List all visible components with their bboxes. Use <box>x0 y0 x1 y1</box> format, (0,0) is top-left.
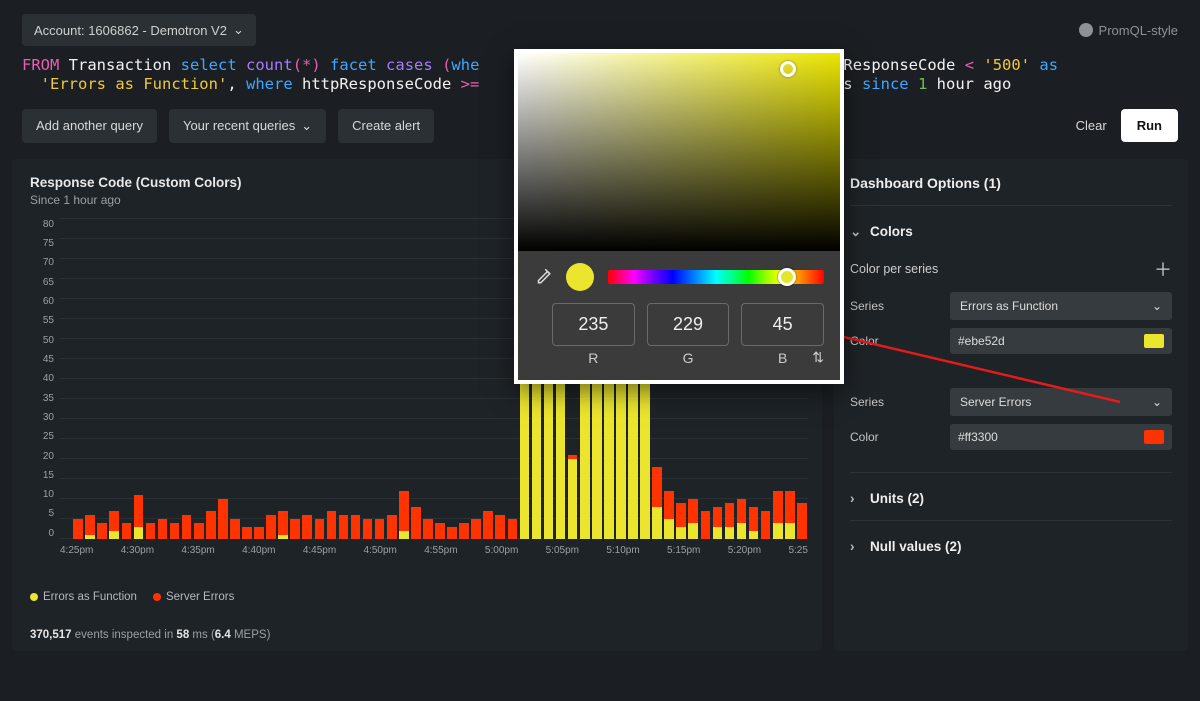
color-label: Color <box>850 334 940 348</box>
bar <box>60 219 72 539</box>
section-colors: ⌄ Colors Color per series ＋ Series Error… <box>850 210 1172 473</box>
series-label: Series <box>850 299 940 313</box>
bar <box>434 219 446 539</box>
bar <box>422 219 434 539</box>
section-units: › Units (2) <box>850 477 1172 521</box>
bar <box>458 219 470 539</box>
clear-button[interactable]: Clear <box>1076 118 1107 133</box>
bar <box>277 219 289 539</box>
create-alert-button[interactable]: Create alert <box>338 109 434 143</box>
chevron-down-icon: ⌄ <box>233 22 244 38</box>
current-color-swatch <box>566 263 594 291</box>
account-selector[interactable]: Account: 1606862 - Demotron V2 ⌄ <box>22 14 256 46</box>
section-null-values: › Null values (2) <box>850 525 1172 568</box>
series-2-select[interactable]: Server Errors ⌄ <box>950 388 1172 416</box>
promql-label: PromQL-style <box>1099 23 1178 38</box>
chevron-down-icon: ⌄ <box>1152 395 1162 409</box>
sv-handle[interactable] <box>780 61 796 77</box>
legend-item-red[interactable]: Server Errors <box>153 591 234 603</box>
color-mode-switch[interactable]: ⇅ <box>812 349 824 366</box>
color-2-input[interactable]: #ff3300 <box>950 424 1172 450</box>
r-input[interactable]: 235 <box>552 303 635 346</box>
bar <box>120 219 132 539</box>
color-per-series-label: Color per series <box>850 262 938 276</box>
bar <box>386 219 398 539</box>
legend-dot-yellow <box>30 593 38 601</box>
bar <box>157 219 169 539</box>
series-label: Series <box>850 395 940 409</box>
dashboard-options-panel: Dashboard Options (1) ⌄ Colors Color per… <box>834 159 1188 651</box>
legend-dot-red <box>153 593 161 601</box>
add-query-button[interactable]: Add another query <box>22 109 157 143</box>
bar <box>253 219 265 539</box>
series-1-select[interactable]: Errors as Function ⌄ <box>950 292 1172 320</box>
chevron-right-icon: › <box>850 539 860 554</box>
chevron-down-icon: ⌄ <box>301 118 312 134</box>
legend-item-yellow[interactable]: Errors as Function <box>30 591 137 603</box>
bar <box>132 219 144 539</box>
eyedropper-icon[interactable] <box>534 267 552 288</box>
bar <box>205 219 217 539</box>
bar <box>229 219 241 539</box>
bar <box>217 219 229 539</box>
color-1-input[interactable]: #ebe52d <box>950 328 1172 354</box>
legend: Errors as Function Server Errors <box>30 591 808 603</box>
b-input[interactable]: 45 <box>741 303 824 346</box>
chevron-down-icon: ⌄ <box>850 224 860 240</box>
bar <box>362 219 374 539</box>
bar <box>181 219 193 539</box>
g-label: G <box>647 350 730 366</box>
add-series-color-button[interactable]: ＋ <box>1154 256 1172 282</box>
bar <box>169 219 181 539</box>
section-null-head[interactable]: › Null values (2) <box>850 539 1172 554</box>
bar <box>350 219 362 539</box>
bar <box>325 219 337 539</box>
color-picker-popover[interactable]: 235 229 45 R G B ⇅ <box>514 49 844 384</box>
bar <box>410 219 422 539</box>
bar <box>241 219 253 539</box>
run-button[interactable]: Run <box>1121 109 1178 142</box>
x-axis: 4:25pm4:30pm4:35pm4:40pm4:45pm4:50pm4:55… <box>60 545 808 575</box>
dashboard-options-title: Dashboard Options (1) <box>850 175 1172 206</box>
bar <box>482 219 494 539</box>
chevron-right-icon: › <box>850 491 860 506</box>
hue-handle[interactable] <box>778 268 796 286</box>
bar <box>337 219 349 539</box>
hue-slider[interactable] <box>608 270 824 284</box>
footer-stats: 370,517 events inspected in 58 ms (6.4 M… <box>30 629 808 641</box>
bar <box>398 219 410 539</box>
bar <box>72 219 84 539</box>
bar <box>289 219 301 539</box>
color-label: Color <box>850 430 940 444</box>
bar <box>265 219 277 539</box>
bar <box>374 219 386 539</box>
bar <box>494 219 506 539</box>
r-label: R <box>552 350 635 366</box>
y-axis: 80757065605550454035302520151050 <box>30 219 54 539</box>
section-colors-head[interactable]: ⌄ Colors <box>850 224 1172 240</box>
section-units-head[interactable]: › Units (2) <box>850 491 1172 506</box>
account-label: Account: 1606862 - Demotron V2 <box>34 23 227 38</box>
bar <box>96 219 108 539</box>
bar <box>301 219 313 539</box>
g-input[interactable]: 229 <box>647 303 730 346</box>
color-swatch-yellow <box>1144 334 1164 348</box>
bar <box>193 219 205 539</box>
bar <box>470 219 482 539</box>
saturation-value-field[interactable] <box>518 53 840 251</box>
bar <box>446 219 458 539</box>
promql-toggle[interactable]: PromQL-style <box>1079 23 1178 38</box>
promql-icon <box>1079 23 1093 37</box>
bar <box>144 219 156 539</box>
bar <box>108 219 120 539</box>
bar <box>313 219 325 539</box>
bar <box>84 219 96 539</box>
color-swatch-red <box>1144 430 1164 444</box>
chevron-down-icon: ⌄ <box>1152 299 1162 313</box>
recent-queries-button[interactable]: Your recent queries⌄ <box>169 109 326 143</box>
